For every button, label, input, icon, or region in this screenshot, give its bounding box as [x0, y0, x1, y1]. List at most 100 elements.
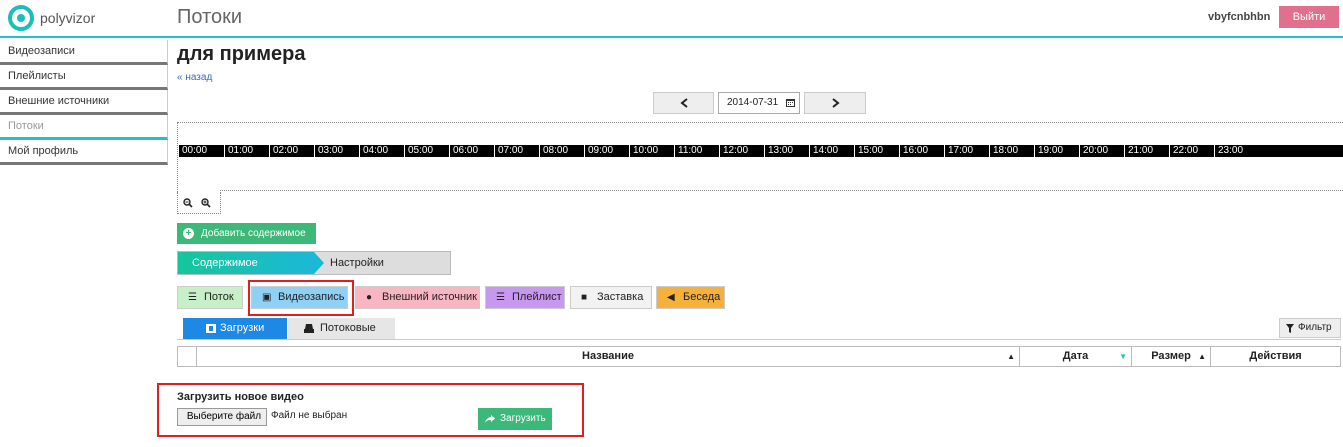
add-content-button[interactable]: + Добавить содержимое — [177, 223, 316, 244]
wizard-step-content[interactable]: Содержимое — [178, 252, 314, 274]
sort-desc-icon: ▼ — [1119, 352, 1127, 361]
upload-button[interactable]: Загрузить — [478, 408, 552, 430]
filter-button[interactable]: Фильтр — [1279, 318, 1341, 338]
chevron-left-icon — [680, 98, 688, 108]
timeline-hour: 19:00 — [1034, 145, 1079, 157]
type-conversation-label: Беседа — [683, 291, 721, 303]
add-content-label: Добавить содержимое — [201, 228, 306, 239]
timeline-hour: 12:00 — [719, 145, 764, 157]
zoom-out-icon[interactable] — [183, 198, 193, 208]
globe-icon: ● — [366, 292, 373, 303]
timeline-hour: 02:00 — [269, 145, 314, 157]
column-name-label: Название — [582, 350, 634, 362]
timeline-hour: 13:00 — [764, 145, 809, 157]
tab-streaming[interactable]: Потоковые — [288, 318, 395, 340]
wizard-steps: Содержимое Настройки — [177, 251, 451, 275]
timeline-hour: 22:00 — [1169, 145, 1214, 157]
drive-icon — [304, 324, 314, 333]
column-actions-label: Действия — [1249, 350, 1302, 362]
tab-divider — [177, 339, 1341, 340]
timeline-hour: 09:00 — [584, 145, 629, 157]
timeline-hour: 16:00 — [899, 145, 944, 157]
file-icon: ■ — [581, 292, 588, 303]
sidebar-item-profile[interactable]: Мой профиль — [0, 140, 168, 165]
top-bar: polyvizor Потоки vbyfcnbhbn Выйти — [0, 0, 1343, 38]
username[interactable]: vbyfcnbhbn — [1208, 11, 1270, 23]
timeline-hour: 07:00 — [494, 145, 539, 157]
timeline-hour: 06:00 — [449, 145, 494, 157]
select-all-column[interactable] — [178, 347, 196, 366]
zoom-in-icon[interactable] — [201, 198, 211, 208]
timeline-hour: 21:00 — [1124, 145, 1169, 157]
plus-icon: + — [183, 228, 194, 239]
sidebar-item-streams[interactable]: Потоки — [0, 115, 168, 140]
type-stream-button[interactable]: ☰ Поток — [177, 286, 243, 309]
logo[interactable]: polyvizor — [8, 5, 95, 31]
timeline-hour: 03:00 — [314, 145, 359, 157]
megaphone-icon: ◀ — [667, 292, 675, 303]
timeline-hour: 01:00 — [224, 145, 269, 157]
sidebar-item-external-sources[interactable]: Внешние источники — [0, 90, 168, 115]
timeline-area[interactable] — [177, 122, 1343, 192]
calendar-icon — [786, 99, 795, 107]
content-title: для примера — [177, 43, 306, 65]
tab-streaming-label: Потоковые — [320, 322, 376, 334]
column-size[interactable]: Размер ▲ — [1131, 347, 1210, 366]
sidebar: Видеозаписи Плейлисты Внешние источники … — [0, 40, 168, 165]
timeline-hour: 18:00 — [989, 145, 1034, 157]
timeline-border — [220, 190, 1343, 191]
timeline-hour: 10:00 — [629, 145, 674, 157]
column-date[interactable]: Дата ▼ — [1019, 347, 1131, 366]
timeline-hour: 11:00 — [674, 145, 719, 157]
chevron-right-icon — [832, 98, 840, 108]
list-icon: ☰ — [496, 292, 505, 303]
tab-uploads[interactable]: Загрузки — [183, 318, 287, 340]
type-stream-label: Поток — [204, 291, 234, 303]
upload-title: Загрузить новое видео — [177, 391, 304, 403]
type-external-source-button[interactable]: ● Внешний источник — [355, 286, 480, 309]
timeline-hour: 04:00 — [359, 145, 404, 157]
tab-uploads-label: Загрузки — [220, 322, 265, 334]
timeline-hour: 05:00 — [404, 145, 449, 157]
type-playlist-label: Плейлист — [512, 291, 562, 303]
filter-icon — [1286, 324, 1294, 333]
sort-asc-icon: ▲ — [1198, 352, 1206, 361]
timeline-hour: 15:00 — [854, 145, 899, 157]
list-icon: ☰ — [188, 292, 197, 303]
film-icon — [206, 324, 216, 333]
logout-button[interactable]: Выйти — [1279, 6, 1339, 28]
timeline-hour: 23:00 — [1214, 145, 1259, 157]
page-title: Потоки — [177, 6, 243, 28]
choose-file-button[interactable]: Выберите файл — [177, 408, 267, 426]
timeline-hour: 08:00 — [539, 145, 584, 157]
filter-label: Фильтр — [1298, 322, 1332, 333]
sidebar-item-playlists[interactable]: Плейлисты — [0, 65, 168, 90]
type-playlist-button[interactable]: ☰ Плейлист — [485, 286, 565, 309]
logo-icon — [8, 5, 34, 31]
back-link[interactable]: « назад — [177, 72, 212, 83]
share-arrow-icon — [485, 415, 495, 423]
sidebar-item-videos[interactable]: Видеозаписи — [0, 40, 168, 65]
column-name[interactable]: Название ▲ — [196, 347, 1019, 366]
wizard-step-settings[interactable]: Настройки — [330, 252, 384, 274]
next-day-button[interactable] — [804, 92, 866, 114]
sort-asc-icon: ▲ — [1007, 352, 1015, 361]
logo-text: polyvizor — [40, 10, 96, 26]
date-value: 2014-07-31 — [727, 97, 779, 108]
wizard-arrow — [314, 252, 324, 274]
type-screensaver-label: Заставка — [597, 291, 644, 303]
prev-day-button[interactable] — [653, 92, 714, 114]
type-screensaver-button[interactable]: ■ Заставка — [570, 286, 652, 309]
timeline-hour: 14:00 — [809, 145, 854, 157]
column-date-label: Дата — [1062, 350, 1089, 362]
videos-table: Название ▲ Дата ▼ Размер ▲ Действия — [177, 346, 1341, 367]
upload-label: Загрузить — [500, 413, 546, 424]
date-field[interactable]: 2014-07-31 — [718, 92, 800, 114]
column-actions: Действия — [1210, 347, 1340, 366]
timeline-hour: 17:00 — [944, 145, 989, 157]
type-conversation-button[interactable]: ◀ Беседа — [656, 286, 725, 309]
selection-highlight — [248, 280, 354, 316]
timeline-hour: 00:00 — [182, 145, 208, 156]
timeline-hour: 20:00 — [1079, 145, 1124, 157]
type-external-source-label: Внешний источник — [382, 291, 477, 303]
